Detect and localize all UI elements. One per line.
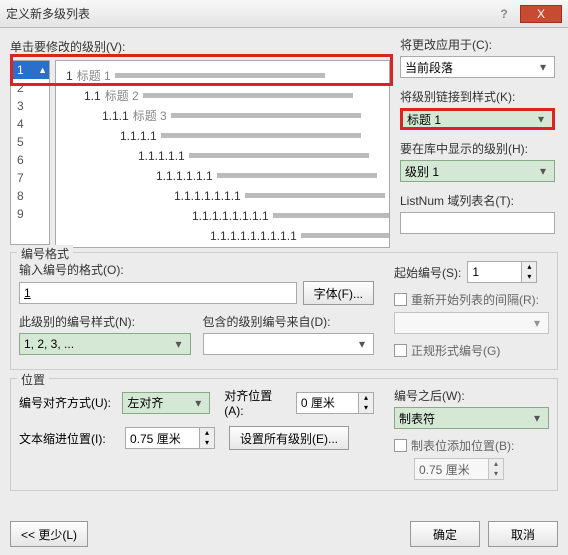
indent-spinner[interactable]: 0.75 厘米 ▴▾ <box>125 427 215 449</box>
chevron-down-icon: ▾ <box>530 411 544 425</box>
follow-select[interactable]: 制表符▾ <box>394 407 549 429</box>
follow-label: 编号之后(W): <box>394 387 549 404</box>
spin-up-icon[interactable]: ▴ <box>521 262 536 272</box>
titlebar: 定义新多级列表 ? X <box>0 0 568 28</box>
font-button[interactable]: 字体(F)... <box>303 281 374 305</box>
spin-down-icon[interactable]: ▾ <box>521 272 536 282</box>
preview-line: 1.1标题 2 <box>84 89 353 102</box>
level-item-9[interactable]: 9 <box>11 205 49 223</box>
link-style-value: 标题 1 <box>407 111 441 128</box>
chevron-down-icon: ▾ <box>530 316 544 330</box>
preview-line: 1标题 1 <box>66 69 325 82</box>
chevron-down-icon: ▾ <box>534 112 548 126</box>
listnum-input[interactable] <box>400 212 555 234</box>
preview-line: 1.1.1.1.1.1.1.1.1 <box>210 229 390 242</box>
right-column: 将更改应用于(C): 当前段落 ▾ 将级别链接到样式(K): 标题 1 ▾ 要在库中… <box>400 36 555 244</box>
tab-add-checkbox[interactable]: 制表位添加位置(B): <box>394 437 549 454</box>
number-format-input[interactable]: 1 <box>19 282 297 304</box>
listnum-label: ListNum 域列表名(T): <box>400 192 555 209</box>
checkbox-icon <box>394 344 407 357</box>
spin-up-icon[interactable]: ▴ <box>199 428 214 438</box>
include-level-select[interactable]: ▾ <box>203 333 375 355</box>
level-item-3[interactable]: 3 <box>11 97 49 115</box>
number-format-title: 编号格式 <box>17 245 73 262</box>
close-button[interactable]: X <box>520 5 562 23</box>
ok-button[interactable]: 确定 <box>410 521 480 547</box>
chevron-down-icon: ▾ <box>191 396 205 410</box>
level-item-7[interactable]: 7 <box>11 169 49 187</box>
level-list[interactable]: 1▲ 2 3 4 5 6 7 8 9 <box>10 60 50 245</box>
restart-checkbox[interactable]: 重新开始列表的间隔(R): <box>394 291 549 308</box>
gallery-level-select[interactable]: 级别 1 ▾ <box>400 160 555 182</box>
preview-line: 1.1.1标题 3 <box>102 109 361 122</box>
position-group: 位置 编号对齐方式(U): 左对齐▾ 对齐位置(A): 0 厘米 ▴▾ 文本缩进… <box>10 378 558 491</box>
number-style-label: 此级别的编号样式(N): <box>19 313 191 330</box>
restart-select: ▾ <box>394 312 549 334</box>
align-at-label: 对齐位置(A): <box>224 387 290 418</box>
spin-down-icon[interactable]: ▾ <box>199 438 214 448</box>
apply-to-select[interactable]: 当前段落 ▾ <box>400 56 555 78</box>
level-item-4[interactable]: 4 <box>11 115 49 133</box>
level-item-6[interactable]: 6 <box>11 151 49 169</box>
spin-up-icon[interactable]: ▴ <box>358 393 373 403</box>
chevron-down-icon: ▾ <box>172 337 186 351</box>
indent-label: 文本缩进位置(I): <box>19 430 119 447</box>
start-at-spinner[interactable]: 1 ▴▾ <box>467 261 537 283</box>
cancel-button[interactable]: 取消 <box>488 521 558 547</box>
align-select[interactable]: 左对齐▾ <box>122 392 210 414</box>
set-all-levels-button[interactable]: 设置所有级别(E)... <box>229 426 349 450</box>
dialog-title: 定义新多级列表 <box>6 5 488 22</box>
preview-line: 1.1.1.1 <box>120 129 361 142</box>
tab-add-spinner: 0.75 厘米 ▴▾ <box>414 458 504 480</box>
align-at-spinner[interactable]: 0 厘米 ▴▾ <box>296 392 374 414</box>
spin-down-icon: ▾ <box>488 469 503 479</box>
less-button[interactable]: << 更少(L) <box>10 521 88 547</box>
number-style-select[interactable]: 1, 2, 3, ... ▾ <box>19 333 191 355</box>
position-title: 位置 <box>17 371 49 388</box>
start-at-label: 起始编号(S): <box>394 264 461 281</box>
align-label: 编号对齐方式(U): <box>19 394 116 411</box>
number-style-value: 1, 2, 3, ... <box>24 337 74 351</box>
spin-down-icon[interactable]: ▾ <box>358 403 373 413</box>
number-format-label: 输入编号的格式(O): <box>19 261 374 278</box>
help-button[interactable]: ? <box>490 5 518 23</box>
level-item-1[interactable]: 1▲ <box>11 61 49 79</box>
spin-up-icon: ▴ <box>488 459 503 469</box>
level-item-2[interactable]: 2 <box>11 79 49 97</box>
checkbox-icon <box>394 293 407 306</box>
apply-to-value: 当前段落 <box>405 59 453 76</box>
chevron-down-icon: ▾ <box>536 60 550 74</box>
chevron-down-icon: ▾ <box>536 164 550 178</box>
chevron-down-icon: ▾ <box>355 337 369 351</box>
apply-to-label: 将更改应用于(C): <box>400 36 555 53</box>
preview-line: 1.1.1.1.1.1.1 <box>174 189 385 202</box>
level-item-5[interactable]: 5 <box>11 133 49 151</box>
preview-line: 1.1.1.1.1 <box>138 149 369 162</box>
gallery-level-value: 级别 1 <box>405 163 439 180</box>
level-item-8[interactable]: 8 <box>11 187 49 205</box>
number-format-group: 编号格式 输入编号的格式(O): 1 字体(F)... 此级别的编号样式(N):… <box>10 252 558 370</box>
preview-line: 1.1.1.1.1.1.1.1 <box>192 209 390 222</box>
link-style-label: 将级别链接到样式(K): <box>400 88 555 105</box>
preview-line: 1.1.1.1.1.1 <box>156 169 377 182</box>
gallery-level-label: 要在库中显示的级别(H): <box>400 140 555 157</box>
preview-pane: 1标题 1 1.1标题 2 1.1.1标题 3 1.1.1.1 1.1.1.1.1 1.1… <box>55 60 390 248</box>
bottom-bar: << 更少(L) 确定 取消 <box>10 521 558 547</box>
checkbox-icon <box>394 439 407 452</box>
include-level-label: 包含的级别编号来自(D): <box>203 313 375 330</box>
legal-checkbox[interactable]: 正规形式编号(G) <box>394 342 549 359</box>
link-style-select[interactable]: 标题 1 ▾ <box>400 108 555 130</box>
